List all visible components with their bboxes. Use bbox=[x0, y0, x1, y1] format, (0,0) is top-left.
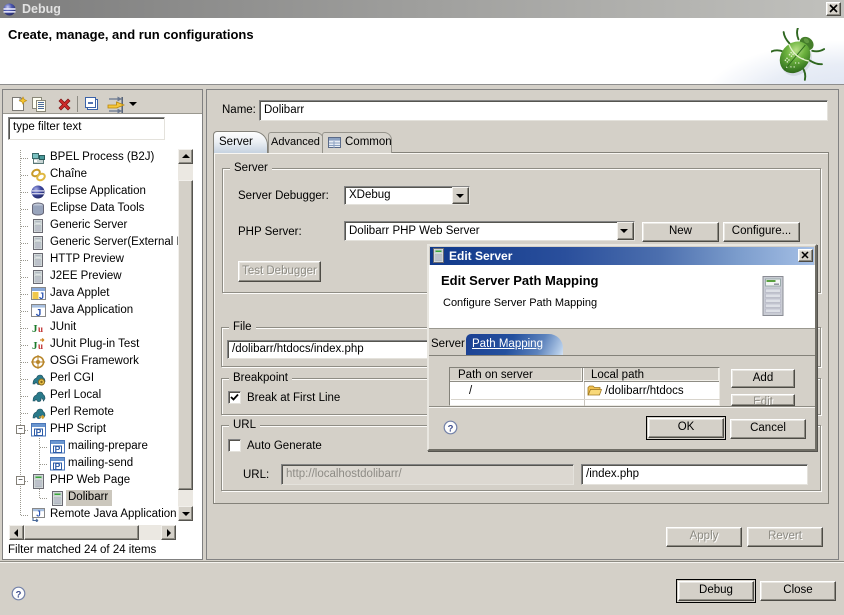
svg-text:?: ? bbox=[448, 424, 454, 435]
svg-text:u: u bbox=[38, 341, 43, 351]
svg-text:?: ? bbox=[16, 590, 22, 601]
svg-text:P: P bbox=[55, 461, 61, 471]
svg-text:P: P bbox=[36, 427, 42, 437]
svg-text:J: J bbox=[36, 308, 42, 318]
svg-text:P: P bbox=[55, 444, 61, 454]
svg-text:J: J bbox=[39, 291, 44, 301]
svg-text:u: u bbox=[38, 324, 43, 334]
svg-text:J: J bbox=[36, 510, 40, 519]
